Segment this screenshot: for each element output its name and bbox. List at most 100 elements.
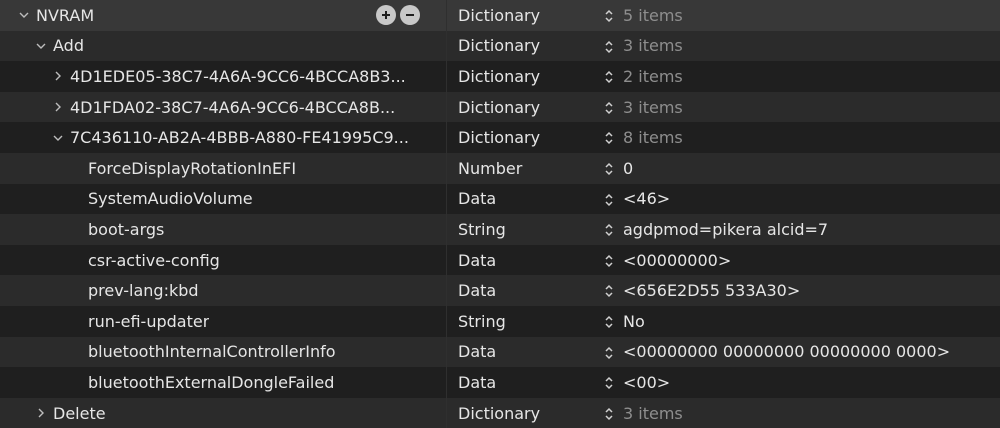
up-down-arrows-icon[interactable]	[603, 39, 615, 53]
value-cell[interactable]: 0	[623, 159, 633, 178]
up-down-arrows-icon[interactable]	[603, 345, 615, 359]
column-divider	[446, 214, 447, 245]
key-cell[interactable]: 7C436110-AB2A-4BBB-A880-FE41995C9...	[0, 122, 490, 153]
value-cell[interactable]: 2 items	[623, 67, 683, 86]
type-cell[interactable]: Dictionary	[458, 98, 588, 117]
type-cell[interactable]: Data	[458, 373, 588, 392]
type-cell[interactable]: Data	[458, 342, 588, 361]
key-cell[interactable]: boot-args	[0, 214, 508, 245]
value-cell[interactable]: <656E2D55 533A30>	[623, 281, 800, 300]
value-cell[interactable]: 5 items	[623, 6, 683, 25]
column-divider	[446, 244, 447, 276]
minus-circle-icon[interactable]	[400, 5, 420, 25]
value-cell[interactable]: 3 items	[623, 36, 683, 55]
key-cell[interactable]: bluetoothExternalDongleFailed	[0, 367, 508, 398]
type-cell[interactable]: String	[458, 220, 588, 239]
value-cell[interactable]: No	[623, 312, 645, 331]
column-divider	[446, 305, 447, 337]
key-label: bluetoothInternalControllerInfo	[88, 342, 336, 362]
table-row[interactable]: 4D1FDA02-38C7-4A6A-9CC6-4BCCA8B... Dictio…	[0, 91, 1000, 123]
table-row[interactable]: Add Dictionary 3 items	[0, 30, 1000, 62]
up-down-arrows-icon[interactable]	[603, 406, 615, 420]
up-down-arrows-icon[interactable]	[603, 100, 615, 114]
key-label: 4D1FDA02-38C7-4A6A-9CC6-4BCCA8B...	[70, 97, 396, 117]
key-cell[interactable]: run-efi-updater	[0, 306, 508, 337]
chevron-right-icon[interactable]	[50, 99, 66, 115]
column-divider	[446, 91, 447, 123]
plist-outline-view[interactable]: NVRAM Dictionary 5 items Add Dictionary 3 ite…	[0, 0, 1000, 428]
key-label: ForceDisplayRotationInEFI	[88, 158, 297, 178]
table-row[interactable]: 4D1EDE05-38C7-4A6A-9CC6-4BCCA8B3... Dicti…	[0, 61, 1000, 92]
chevron-down-icon[interactable]	[50, 130, 66, 146]
key-cell[interactable]: bluetoothInternalControllerInfo	[0, 337, 508, 368]
up-down-arrows-icon[interactable]	[603, 253, 615, 267]
value-cell[interactable]: 8 items	[623, 128, 683, 147]
key-label: csr-active-config	[88, 250, 220, 270]
key-label: prev-lang:kbd	[88, 281, 199, 301]
table-row[interactable]: SystemAudioVolume Data <46>	[0, 183, 1000, 215]
type-cell[interactable]: String	[458, 312, 588, 331]
table-row[interactable]: csr-active-config Data <00000000>	[0, 244, 1000, 276]
column-divider	[446, 183, 447, 215]
chevron-down-icon[interactable]	[33, 38, 49, 54]
up-down-arrows-icon[interactable]	[603, 192, 615, 206]
column-divider	[446, 61, 447, 92]
type-cell[interactable]: Dictionary	[458, 36, 588, 55]
column-divider	[446, 0, 447, 31]
key-cell[interactable]: NVRAM	[0, 0, 456, 31]
up-down-arrows-icon[interactable]	[603, 8, 615, 23]
table-row[interactable]: prev-lang:kbd Data <656E2D55 533A30>	[0, 275, 1000, 306]
table-row[interactable]: bluetoothExternalDongleFailed Data <00>	[0, 367, 1000, 398]
chevron-down-icon[interactable]	[16, 7, 32, 23]
up-down-arrows-icon[interactable]	[603, 130, 615, 145]
key-cell[interactable]: Add	[0, 31, 473, 62]
type-cell[interactable]: Dictionary	[458, 6, 588, 25]
chevron-right-icon[interactable]	[50, 68, 66, 84]
type-cell[interactable]: Number	[458, 159, 588, 178]
type-cell[interactable]: Data	[458, 251, 588, 270]
type-cell[interactable]: Dictionary	[458, 67, 588, 86]
key-cell[interactable]: Delete	[0, 398, 473, 428]
type-cell[interactable]: Dictionary	[458, 128, 588, 147]
value-cell[interactable]: 3 items	[623, 98, 683, 117]
up-down-arrows-icon[interactable]	[603, 375, 615, 390]
type-cell[interactable]: Data	[458, 189, 588, 208]
up-down-arrows-icon[interactable]	[603, 69, 615, 84]
value-cell[interactable]: agdpmod=pikera alcid=7	[623, 220, 828, 239]
column-divider	[446, 152, 447, 184]
table-row[interactable]: bluetoothInternalControllerInfo Data <0000…	[0, 336, 1000, 368]
column-divider	[446, 275, 447, 306]
key-label: bluetoothExternalDongleFailed	[88, 372, 335, 392]
value-cell[interactable]: <00>	[623, 373, 670, 392]
up-down-arrows-icon[interactable]	[603, 161, 615, 176]
key-cell[interactable]: prev-lang:kbd	[0, 275, 508, 306]
table-row[interactable]: Delete Dictionary 3 items	[0, 397, 1000, 428]
plus-circle-icon[interactable]	[376, 5, 396, 25]
up-down-arrows-icon[interactable]	[603, 283, 615, 298]
key-cell[interactable]: SystemAudioVolume	[0, 184, 508, 215]
key-cell[interactable]: 4D1EDE05-38C7-4A6A-9CC6-4BCCA8B3...	[0, 61, 490, 92]
column-divider	[446, 122, 447, 153]
key-label: NVRAM	[36, 5, 95, 25]
chevron-right-icon[interactable]	[33, 405, 49, 421]
key-cell[interactable]: ForceDisplayRotationInEFI	[0, 153, 508, 184]
table-row[interactable]: 7C436110-AB2A-4BBB-A880-FE41995C9... Dict…	[0, 122, 1000, 153]
type-cell[interactable]: Data	[458, 281, 588, 300]
table-row[interactable]: NVRAM Dictionary 5 items	[0, 0, 1000, 31]
up-down-arrows-icon[interactable]	[603, 222, 615, 237]
value-cell[interactable]: <00000000>	[623, 251, 731, 270]
up-down-arrows-icon[interactable]	[603, 314, 615, 328]
table-row[interactable]: ForceDisplayRotationInEFI Number 0	[0, 152, 1000, 184]
key-cell[interactable]: csr-active-config	[0, 245, 508, 276]
value-cell[interactable]: <46>	[623, 189, 670, 208]
key-cell[interactable]: 4D1FDA02-38C7-4A6A-9CC6-4BCCA8B...	[0, 92, 490, 123]
column-divider	[446, 336, 447, 368]
key-label: 4D1EDE05-38C7-4A6A-9CC6-4BCCA8B3...	[70, 66, 406, 86]
table-row[interactable]: run-efi-updater String No	[0, 305, 1000, 337]
value-cell[interactable]: <00000000 00000000 00000000 0000>	[623, 342, 950, 361]
table-row[interactable]: boot-args String agdpmod=pikera alcid=7	[0, 214, 1000, 245]
